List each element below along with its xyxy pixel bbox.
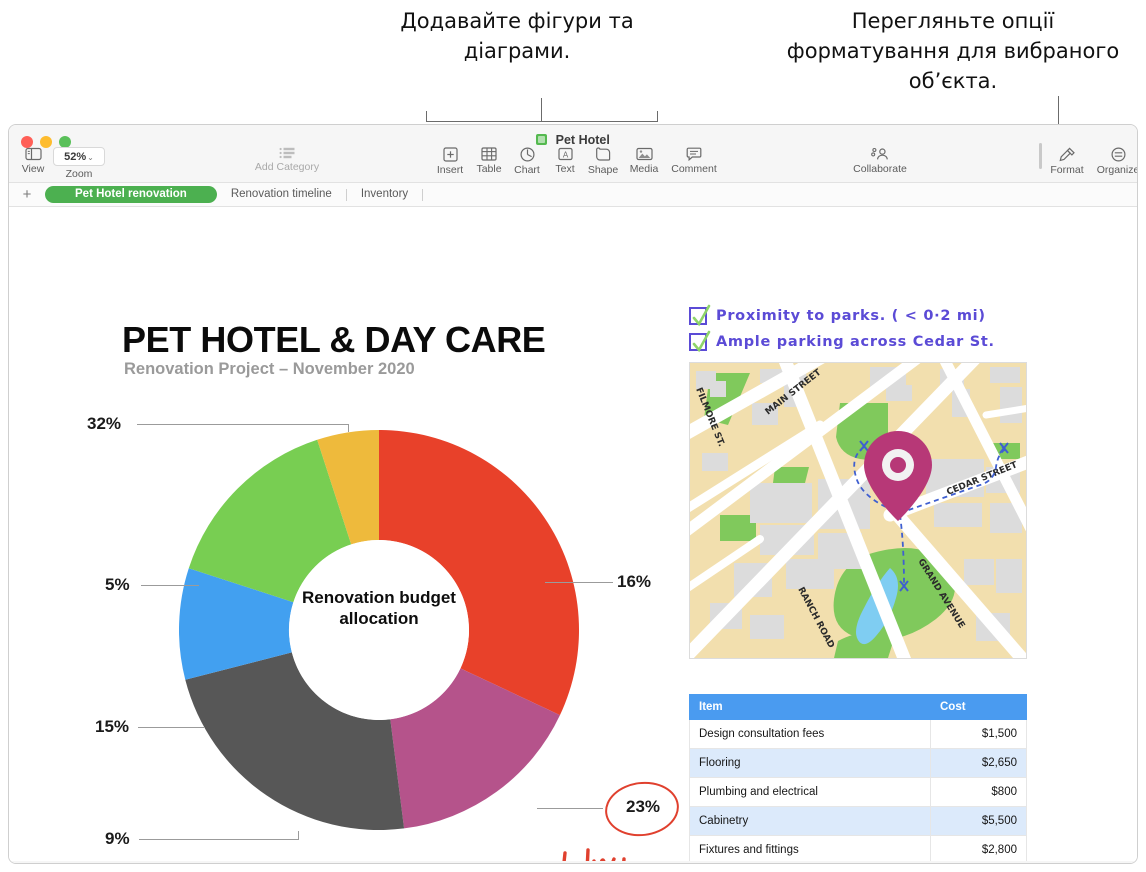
add-sheet-button[interactable]: + — [9, 187, 45, 202]
donut-label-9: 9% — [105, 829, 130, 848]
donut-label-15: 15% — [95, 717, 130, 736]
comment-button-label: Comment — [671, 163, 717, 175]
leader-32-tick — [348, 424, 349, 432]
donut-label-16: 16% — [617, 572, 652, 591]
numbers-app-window: Pet Hotel View 52%⌄ Zoom Add Category In… — [8, 124, 1138, 864]
document-title-text: Pet Hotel — [555, 133, 610, 147]
checklist-label-parking: Ample parking across Cedar St. — [716, 334, 995, 350]
table-col-cost[interactable]: Cost — [930, 694, 1027, 720]
leader-5 — [141, 585, 199, 586]
sheet-tab-pet-hotel-renovation[interactable]: Pet Hotel renovation — [45, 186, 217, 203]
chevron-down-icon: ⌄ — [87, 153, 94, 162]
table-row[interactable]: Design consultation fees $1,500 — [689, 719, 1027, 749]
table-cell-cost[interactable]: $2,650 — [930, 748, 1027, 778]
donut-center-line2: allocation — [339, 609, 419, 628]
organize-button[interactable]: Organize — [1089, 147, 1138, 176]
callout-leader-shapes-stem — [541, 98, 542, 122]
format-button[interactable]: Format — [1038, 147, 1096, 176]
table-row[interactable]: Plumbing and electrical $800 — [689, 777, 1027, 807]
table-cell-item[interactable]: Cabinetry — [689, 806, 931, 836]
table-col-item[interactable]: Item — [689, 694, 931, 720]
zoom-select[interactable]: 52%⌄ — [53, 147, 105, 166]
callout-leader-shapes-tick-left — [426, 111, 427, 122]
donut-center-line1: Renovation budget — [302, 588, 456, 607]
table-cell-cost[interactable]: $800 — [930, 777, 1027, 807]
svg-text:A: A — [562, 150, 568, 159]
window-bottom-edge — [9, 861, 1137, 863]
cost-table[interactable]: Item Cost Design consultation fees $1,50… — [689, 694, 1027, 863]
leader-9-tick — [298, 831, 299, 839]
add-category-label: Add Category — [254, 161, 320, 173]
donut-label-32: 32% — [87, 414, 122, 433]
table-row[interactable]: Flooring $2,650 — [689, 748, 1027, 778]
leader-15 — [138, 727, 204, 728]
location-map-image[interactable]: FILMORE ST. MAIN STREET CEDAR STREET RAN… — [689, 362, 1027, 659]
comment-button[interactable]: Comment — [665, 147, 723, 175]
checklist-item-parking[interactable]: Ample parking across Cedar St. — [689, 329, 1039, 355]
shape-button-label: Shape — [587, 164, 619, 176]
zoom-label: Zoom — [65, 168, 93, 180]
callout-leader-shapes-bar — [426, 121, 658, 122]
callout-format-options: Перегляньте опції форматування для вибра… — [786, 9, 1120, 93]
callout-leader-shapes-tick-right — [657, 111, 658, 122]
checklist-item-proximity[interactable]: Proximity to parks. ( < 0·2 mi) — [689, 303, 1039, 329]
leader-9 — [139, 839, 299, 840]
donut-center-label: Renovation budget allocation — [169, 587, 589, 629]
sheet-tab-inventory[interactable]: Inventory — [347, 186, 422, 203]
view-button-label: View — [21, 163, 45, 175]
collaborate-button-label: Collaborate — [853, 163, 907, 175]
organize-button-label: Organize — [1096, 164, 1138, 176]
ink-circle-annotation — [601, 777, 683, 841]
window-titlebar: Pet Hotel View 52%⌄ Zoom Add Category In… — [9, 125, 1137, 183]
table-cell-item[interactable]: Fixtures and fittings — [689, 835, 931, 863]
leader-16 — [545, 582, 613, 583]
zoom-value: 52% — [64, 151, 87, 163]
table-row[interactable]: Fixtures and fittings $2,800 — [689, 835, 1027, 863]
budget-donut-chart[interactable]: Renovation budget allocation — [169, 420, 589, 840]
callout-insert-shapes: Додавайте фігури та діаграми. — [400, 9, 634, 63]
add-category-button[interactable]: Add Category — [237, 147, 337, 173]
format-button-label: Format — [1050, 164, 1084, 176]
checkbox-checked-icon[interactable] — [689, 304, 711, 327]
sheet-canvas[interactable]: PET HOTEL & DAY CARE Renovation Project … — [9, 207, 1137, 863]
table-row[interactable]: Cabinetry $5,500 — [689, 806, 1027, 836]
tab-divider-2 — [422, 188, 424, 201]
sheet-tab-bar: + Pet Hotel renovation Renovation timeli… — [9, 183, 1137, 207]
collaborate-button[interactable]: Collaborate — [843, 147, 917, 175]
page-title: PET HOTEL & DAY CARE — [122, 319, 546, 360]
table-cell-cost[interactable]: $5,500 — [930, 806, 1027, 836]
table-cell-item[interactable]: Plumbing and electrical — [689, 777, 931, 807]
handwritten-checklist: Proximity to parks. ( < 0·2 mi) Ample pa… — [689, 303, 1039, 355]
table-cell-item[interactable]: Flooring — [689, 748, 931, 778]
leader-23 — [537, 808, 603, 809]
view-button[interactable]: View — [13, 147, 53, 175]
media-button-label: Media — [629, 163, 659, 175]
checkbox-checked-icon[interactable] — [689, 330, 711, 353]
checklist-label-proximity: Proximity to parks. ( < 0·2 mi) — [716, 308, 986, 324]
sheet-tab-renovation-timeline[interactable]: Renovation timeline — [217, 186, 346, 203]
page-subtitle: Renovation Project – November 2020 — [124, 360, 415, 378]
table-cell-cost[interactable]: $1,500 — [930, 719, 1027, 749]
leader-32 — [137, 424, 349, 425]
numbers-document-icon — [536, 134, 548, 145]
text-button-label: Text — [555, 163, 575, 175]
table-cell-cost[interactable]: $2,800 — [930, 835, 1027, 863]
document-title: Pet Hotel — [9, 133, 1137, 147]
table-header-row: Item Cost — [689, 694, 1027, 720]
screenshot-root: Додавайте фігури та діаграми. Перегляньт… — [0, 0, 1146, 872]
donut-label-5: 5% — [105, 575, 130, 594]
table-cell-item[interactable]: Design consultation fees — [689, 719, 931, 749]
